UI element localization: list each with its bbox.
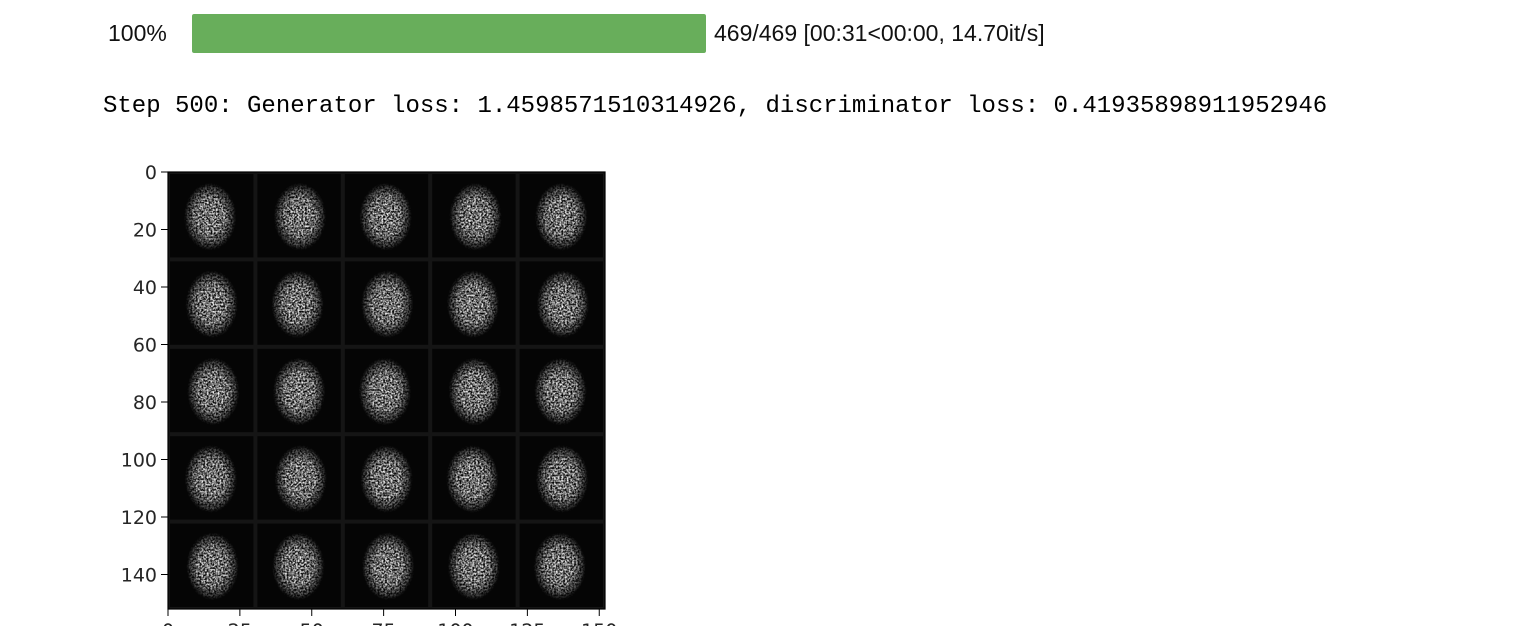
y-tick-label: 60 [133, 335, 157, 357]
generated-image-cell [432, 174, 516, 258]
generated-image-cell [519, 436, 603, 520]
generated-image-cell [257, 523, 341, 607]
generated-images-plot: 0 20 40 60 80 100 120 140 0 25 50 75 100 125 150 [121, 162, 618, 626]
y-axis: 0 20 40 60 80 100 120 140 [121, 162, 168, 587]
generated-image-cell [344, 436, 429, 520]
generated-image-cell [432, 261, 516, 345]
progress-stats: 469/469 [00:31<00:00, 14.70it/s] [714, 20, 1045, 46]
generated-image-cell [170, 348, 254, 433]
generated-image-cell [257, 348, 341, 433]
x-tick-label: 0 [162, 620, 174, 626]
progress-bar [192, 14, 706, 53]
x-tick-label: 25 [228, 620, 252, 626]
x-tick-label: 75 [372, 620, 396, 626]
x-tick-label: 150 [581, 620, 617, 626]
log-output-line: Step 500: Generator loss: 1.459857151031… [103, 93, 1328, 120]
y-tick-label: 20 [133, 220, 157, 242]
y-tick-label: 140 [121, 565, 157, 587]
y-tick-label: 80 [133, 392, 157, 414]
x-tick-label: 100 [437, 620, 473, 626]
image-grid [168, 172, 605, 609]
generated-image-cell [519, 174, 603, 258]
generated-image-cell [519, 348, 603, 433]
x-axis: 0 25 50 75 100 125 150 [162, 609, 617, 626]
generated-image-cell [257, 436, 341, 520]
y-tick-label: 100 [121, 450, 157, 472]
generated-image-cell [519, 261, 603, 345]
generated-image-cell [344, 174, 429, 258]
generated-image-cell [170, 174, 254, 258]
y-tick-label: 120 [121, 507, 157, 529]
generated-image-cell [432, 523, 516, 607]
progress-percent: 100% [108, 20, 167, 46]
generated-image-cell [170, 436, 254, 520]
x-tick-label: 50 [300, 620, 324, 626]
y-tick-label: 0 [145, 162, 157, 184]
generated-image-cell [257, 261, 341, 345]
generated-image-cell [432, 436, 516, 520]
x-tick-label: 125 [509, 620, 545, 626]
generated-image-cell [344, 523, 429, 607]
generated-image-cell [519, 523, 603, 607]
generated-image-cell [257, 174, 341, 258]
progress-row: 100% 469/469 [00:31<00:00, 14.70it/s] [0, 0, 1538, 66]
generated-image-cell [432, 348, 516, 433]
generated-image-cell [170, 523, 254, 607]
progress-bar-fill [192, 14, 706, 53]
generated-image-cell [170, 261, 254, 345]
generated-image-cell [344, 348, 429, 433]
generated-image-cell [344, 261, 429, 345]
y-tick-label: 40 [133, 277, 157, 299]
